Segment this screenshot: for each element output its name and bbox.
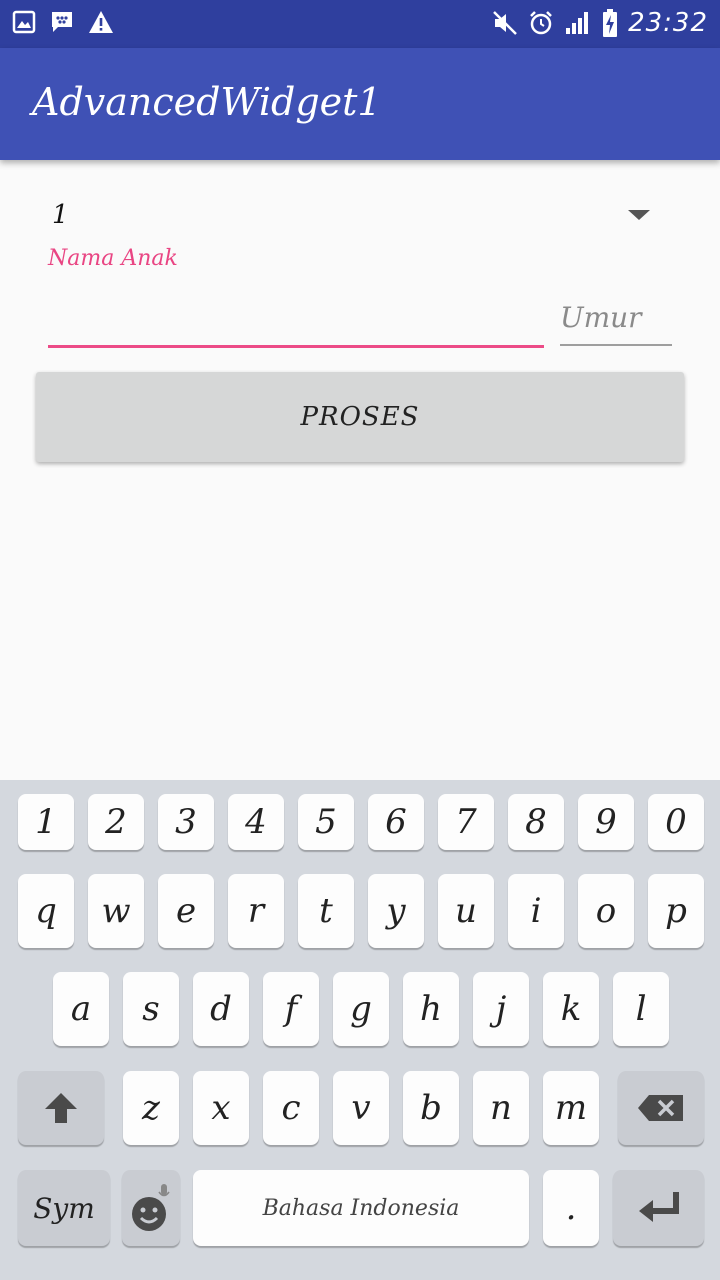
key-5[interactable]: 5 xyxy=(298,794,354,850)
key-4[interactable]: 4 xyxy=(228,794,284,850)
sym-key[interactable]: Sym xyxy=(18,1170,110,1246)
umur-input[interactable] xyxy=(560,290,672,346)
period-key[interactable]: . xyxy=(543,1170,599,1246)
key-d[interactable]: d xyxy=(193,972,249,1046)
key-c[interactable]: c xyxy=(263,1071,319,1145)
backspace-key[interactable] xyxy=(618,1071,704,1145)
bbm-icon xyxy=(52,12,72,32)
space-key[interactable]: Bahasa Indonesia xyxy=(193,1170,529,1246)
key-t[interactable]: t xyxy=(298,874,354,948)
status-bar: 23:32 xyxy=(0,0,720,48)
key-0[interactable]: 0 xyxy=(648,794,704,850)
key-9[interactable]: 9 xyxy=(578,794,634,850)
key-g[interactable]: g xyxy=(333,972,389,1046)
key-7[interactable]: 7 xyxy=(438,794,494,850)
key-u[interactable]: u xyxy=(438,874,494,948)
warning-icon xyxy=(89,11,113,33)
clock: 23:32 xyxy=(628,8,708,38)
sym-label: Sym xyxy=(33,1191,95,1225)
shift-arrow-icon xyxy=(45,1093,77,1123)
key-j[interactable]: j xyxy=(473,972,529,1046)
key-y[interactable]: y xyxy=(368,874,424,948)
alarm-icon xyxy=(530,11,552,35)
enter-icon xyxy=(638,1192,679,1222)
key-e[interactable]: e xyxy=(158,874,214,948)
backspace-icon xyxy=(638,1095,683,1121)
signal-icon xyxy=(566,12,589,34)
mute-icon xyxy=(493,11,517,35)
key-1[interactable]: 1 xyxy=(18,794,74,850)
key-8[interactable]: 8 xyxy=(508,794,564,850)
enter-key[interactable] xyxy=(613,1170,704,1246)
spinner-selected-value: 1 xyxy=(52,200,69,230)
app-bar: AdvancedWidget1 xyxy=(0,48,720,160)
key-q[interactable]: q xyxy=(18,874,74,948)
key-m[interactable]: m xyxy=(543,1071,599,1145)
system-icons: 23:32 xyxy=(492,8,708,38)
nama-anak-label: Nama Anak xyxy=(48,246,178,271)
key-f[interactable]: f xyxy=(263,972,319,1046)
key-a[interactable]: a xyxy=(53,972,109,1046)
key-s[interactable]: s xyxy=(123,972,179,1046)
emoji-icon xyxy=(132,1184,170,1231)
soft-keyboard: 1 2 3 4 5 6 7 8 9 0 q w e r t y u i o p … xyxy=(0,780,720,1280)
number-spinner[interactable]: 1 xyxy=(48,196,672,240)
app-title: AdvancedWidget1 xyxy=(32,80,382,124)
key-2[interactable]: 2 xyxy=(88,794,144,850)
space-label: Bahasa Indonesia xyxy=(262,1195,460,1221)
key-6[interactable]: 6 xyxy=(368,794,424,850)
key-h[interactable]: h xyxy=(403,972,459,1046)
gallery-icon xyxy=(12,10,36,34)
key-i[interactable]: i xyxy=(508,874,564,948)
emoji-key[interactable] xyxy=(122,1170,180,1246)
shift-key[interactable] xyxy=(18,1071,104,1145)
key-w[interactable]: w xyxy=(88,874,144,948)
key-k[interactable]: k xyxy=(543,972,599,1046)
key-o[interactable]: o xyxy=(578,874,634,948)
key-3[interactable]: 3 xyxy=(158,794,214,850)
key-v[interactable]: v xyxy=(333,1071,389,1145)
dropdown-arrow-icon xyxy=(628,210,650,220)
key-b[interactable]: b xyxy=(403,1071,459,1145)
key-r[interactable]: r xyxy=(228,874,284,948)
key-n[interactable]: n xyxy=(473,1071,529,1145)
key-z[interactable]: z xyxy=(123,1071,179,1145)
nama-anak-input[interactable] xyxy=(48,288,544,348)
battery-charging-icon xyxy=(603,9,618,37)
proses-button[interactable]: PROSES xyxy=(36,372,684,462)
key-x[interactable]: x xyxy=(193,1071,249,1145)
key-p[interactable]: p xyxy=(648,874,704,948)
notification-icons xyxy=(12,10,114,34)
key-l[interactable]: l xyxy=(613,972,669,1046)
